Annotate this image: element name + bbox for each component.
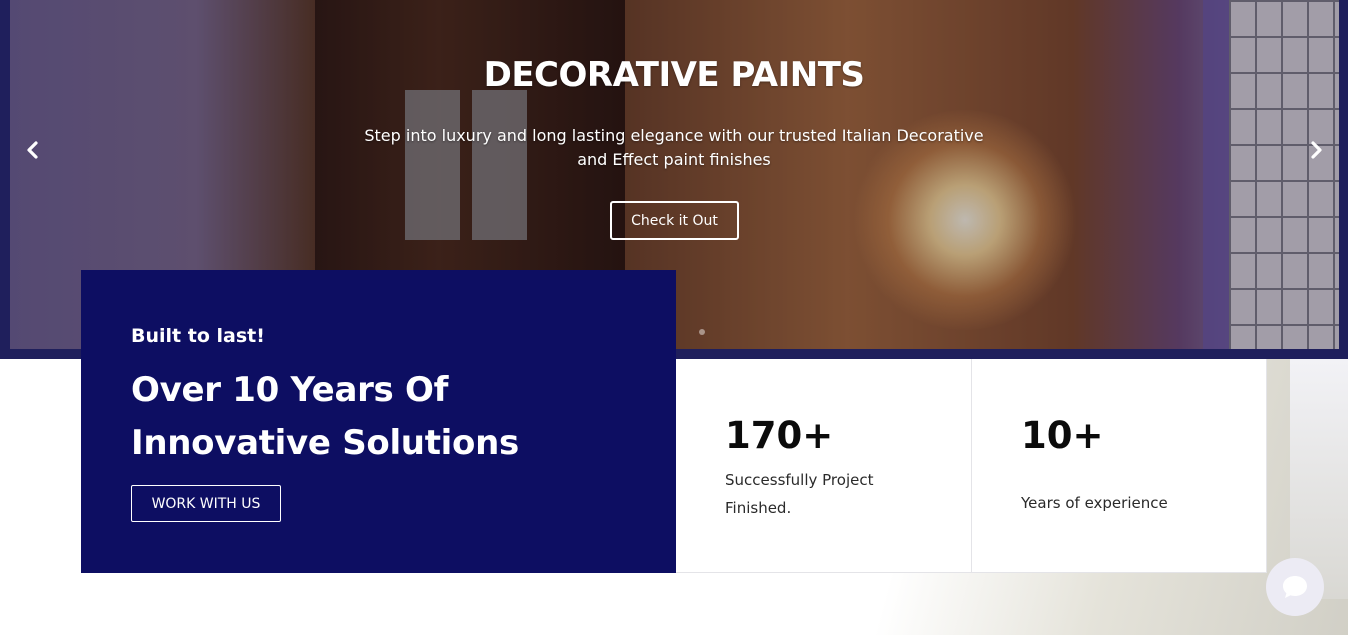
promo-kicker: Built to last!	[131, 325, 265, 347]
chat-widget-button[interactable]	[1266, 558, 1324, 616]
check-it-out-button[interactable]: Check it Out	[610, 201, 739, 240]
chevron-right-icon[interactable]	[1305, 138, 1327, 162]
work-with-us-button[interactable]: WORK WITH US	[131, 485, 281, 522]
slider-dot[interactable]	[699, 329, 705, 335]
stats-panel: 170+ Successfully Project Finished. 10+ …	[676, 359, 1267, 573]
hero-title: DECORATIVE PAINTS	[483, 55, 865, 95]
stat-projects: 170+ Successfully Project Finished.	[676, 359, 972, 572]
stat-label: Years of experience	[1021, 494, 1168, 512]
stat-number: 170+	[725, 414, 834, 457]
chat-icon	[1283, 576, 1307, 598]
promo-title: Over 10 Years Of Innovative Solutions	[131, 370, 519, 463]
stat-number: 10+	[1021, 414, 1104, 457]
stat-label: Successfully Project Finished.	[725, 471, 874, 517]
promo-box: Built to last! Over 10 Years Of Innovati…	[81, 270, 676, 573]
hero-subtitle: Step into luxury and long lasting elegan…	[364, 126, 984, 169]
chevron-left-icon[interactable]	[22, 138, 44, 162]
stat-experience: 10+ Years of experience	[972, 359, 1268, 572]
